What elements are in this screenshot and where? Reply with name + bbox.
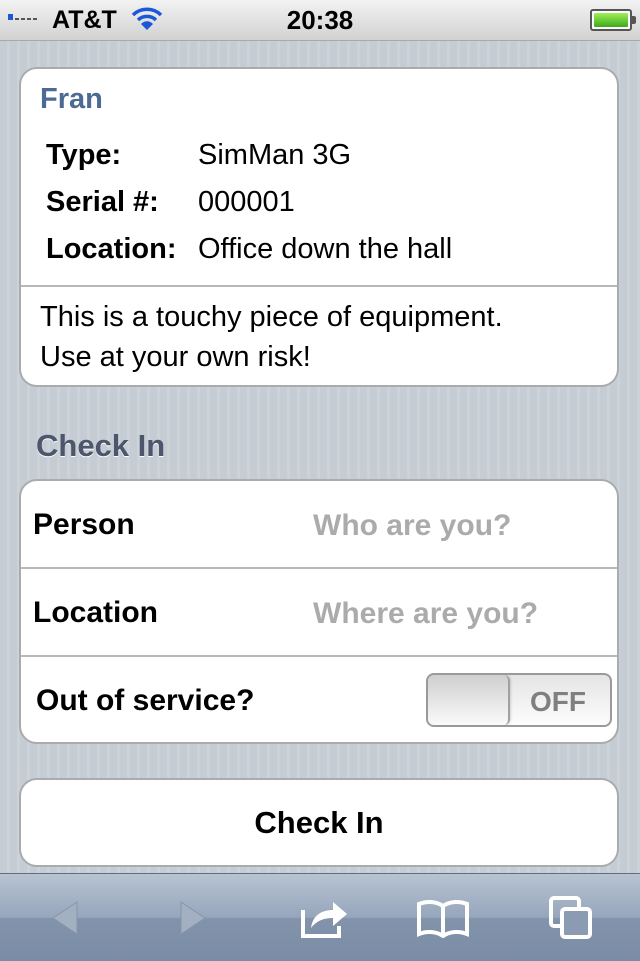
note-line: Use at your own risk! — [40, 341, 311, 373]
status-time: 20:38 — [286, 5, 354, 35]
note-line: This is a touchy piece of equipment. — [40, 301, 503, 333]
bookmarks-icon — [417, 899, 469, 938]
equipment-info-card: Fran Type: SimMan 3G Serial #: 000001 Loca… — [19, 67, 619, 387]
person-input[interactable] — [311, 501, 595, 551]
back-arrow-icon — [52, 900, 78, 935]
battery-icon — [590, 9, 636, 31]
status-bar: AT&T 20:38 — [0, 0, 640, 41]
location-row: Location — [21, 569, 617, 657]
spec-label: Location: — [46, 233, 177, 265]
share-button[interactable] — [280, 874, 370, 961]
toggle-state-label: OFF — [530, 686, 586, 717]
back-button[interactable] — [20, 874, 110, 961]
check-in-button-label: Check In — [254, 805, 384, 840]
equipment-note: This is a touchy piece of equipment. Use… — [40, 297, 600, 377]
person-row: Person — [21, 481, 617, 569]
bookmarks-button[interactable] — [398, 874, 488, 961]
out-of-service-row: Out of service? OFF — [21, 657, 617, 745]
location-label: Location — [33, 596, 158, 629]
spec-label: Serial #: — [46, 186, 159, 218]
spec-value: Office down the hall — [198, 233, 453, 265]
share-icon — [301, 901, 347, 938]
spec-label: Type: — [46, 139, 122, 171]
divider — [21, 285, 617, 287]
pages-icon — [549, 895, 592, 939]
person-label: Person — [33, 508, 135, 541]
out-of-service-toggle[interactable]: OFF — [426, 673, 612, 727]
spec-value: 000001 — [198, 186, 295, 218]
forward-arrow-icon — [180, 900, 206, 935]
pages-button[interactable] — [526, 874, 616, 961]
forward-button[interactable] — [148, 874, 238, 961]
browser-toolbar — [0, 873, 640, 961]
check-in-button[interactable]: Check In — [19, 778, 619, 867]
spec-row-location: Location: Office down the hall — [46, 233, 452, 266]
check-in-form: Person Location Out of service? OFF — [19, 479, 619, 744]
out-of-service-label: Out of service? — [36, 684, 255, 717]
equipment-name: Fran — [40, 83, 103, 115]
spec-row-type: Type: SimMan 3G — [46, 139, 351, 172]
toggle-knob[interactable] — [428, 675, 510, 725]
location-input[interactable] — [311, 589, 595, 639]
section-title: Check In — [36, 428, 166, 463]
spec-value: SimMan 3G — [198, 139, 352, 171]
spec-row-serial: Serial #: 000001 — [46, 186, 295, 219]
